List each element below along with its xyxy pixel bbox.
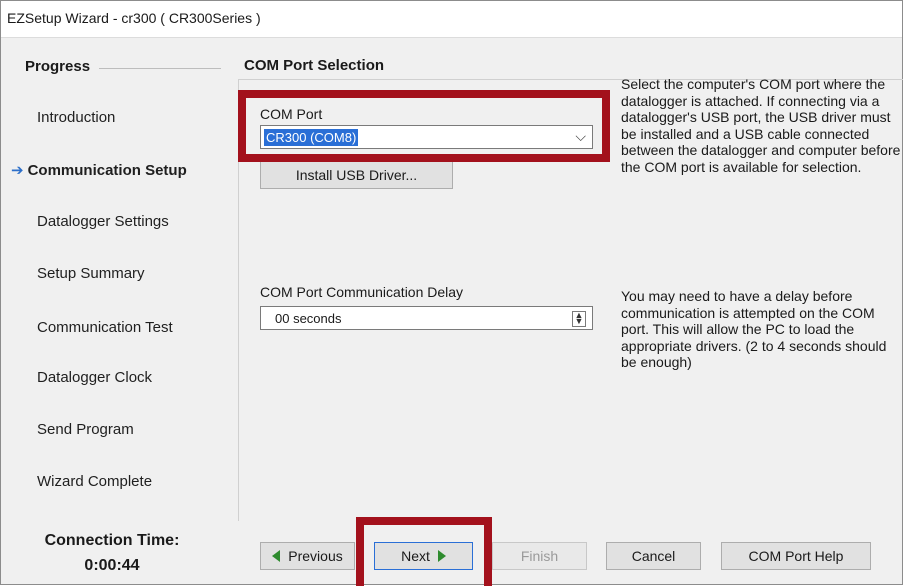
- spin-arrows-icon[interactable]: ▲ ▼: [572, 311, 586, 327]
- progress-item-communication-test: Communication Test: [37, 319, 173, 336]
- progress-item-communication-setup: ➔ Communication Setup: [11, 161, 187, 179]
- progress-item-label: Communication Setup: [27, 162, 187, 179]
- install-usb-driver-button[interactable]: Install USB Driver...: [260, 161, 453, 189]
- progress-item-datalogger-clock: Datalogger Clock: [37, 369, 152, 386]
- progress-title: Progress: [25, 58, 91, 75]
- previous-button[interactable]: Previous: [260, 542, 355, 570]
- com-port-label: COM Port: [260, 106, 323, 122]
- current-step-arrow-icon: ➔: [11, 162, 24, 179]
- progress-list: Introduction ➔ Communication Setup Datalo…: [1, 85, 223, 513]
- progress-item-label: Datalogger Settings: [37, 213, 169, 230]
- next-button[interactable]: Next: [374, 542, 473, 570]
- progress-item-label: Communication Test: [37, 319, 173, 336]
- window-title: EZSetup Wizard - cr300 ( CR300Series ): [7, 10, 261, 26]
- com-port-dropdown[interactable]: CR300 (COM8) ⌵: [260, 125, 593, 149]
- progress-item-label: Introduction: [37, 109, 116, 126]
- progress-item-label: Send Program: [37, 421, 134, 438]
- com-port-help-button[interactable]: COM Port Help: [721, 542, 871, 570]
- progress-item-label: Wizard Complete: [37, 473, 153, 490]
- progress-item-label: Setup Summary: [37, 265, 145, 282]
- delay-help-text: You may need to have a delay before comm…: [621, 288, 887, 370]
- previous-label: Previous: [288, 548, 343, 564]
- com-port-selected-value: CR300 (COM8): [264, 129, 359, 146]
- delay-spinbox[interactable]: 00 seconds ▲ ▼: [260, 306, 593, 330]
- connection-time-value: 0:00:44: [84, 557, 140, 574]
- progress-item-send-program: Send Program: [37, 421, 134, 438]
- progress-item-datalogger-settings: Datalogger Settings: [37, 213, 169, 230]
- title-bar: EZSetup Wizard - cr300 ( CR300Series ): [1, 1, 902, 38]
- delay-label: COM Port Communication Delay: [260, 284, 464, 300]
- finish-button[interactable]: Finish: [492, 542, 587, 570]
- next-label: Next: [401, 548, 430, 564]
- progress-item-label: Datalogger Clock: [37, 369, 153, 386]
- cancel-button[interactable]: Cancel: [606, 542, 701, 570]
- progress-item-wizard-complete: Wizard Complete: [37, 473, 152, 490]
- progress-divider: [99, 68, 221, 69]
- forward-arrow-icon: [437, 550, 446, 562]
- chevron-down-icon[interactable]: ⌵: [575, 128, 586, 145]
- progress-item-setup-summary: Setup Summary: [37, 265, 145, 282]
- delay-value: 00 seconds: [275, 311, 342, 326]
- connection-time-label: Connection Time:: [44, 532, 180, 549]
- back-arrow-icon: [272, 550, 281, 562]
- section-title: COM Port Selection: [244, 57, 385, 74]
- com-port-help-text: Select the computer's COM port where the…: [621, 76, 901, 175]
- wizard-window: EZSetup Wizard - cr300 ( CR300Series ) P…: [0, 0, 903, 586]
- progress-item-introduction: Introduction: [37, 109, 115, 126]
